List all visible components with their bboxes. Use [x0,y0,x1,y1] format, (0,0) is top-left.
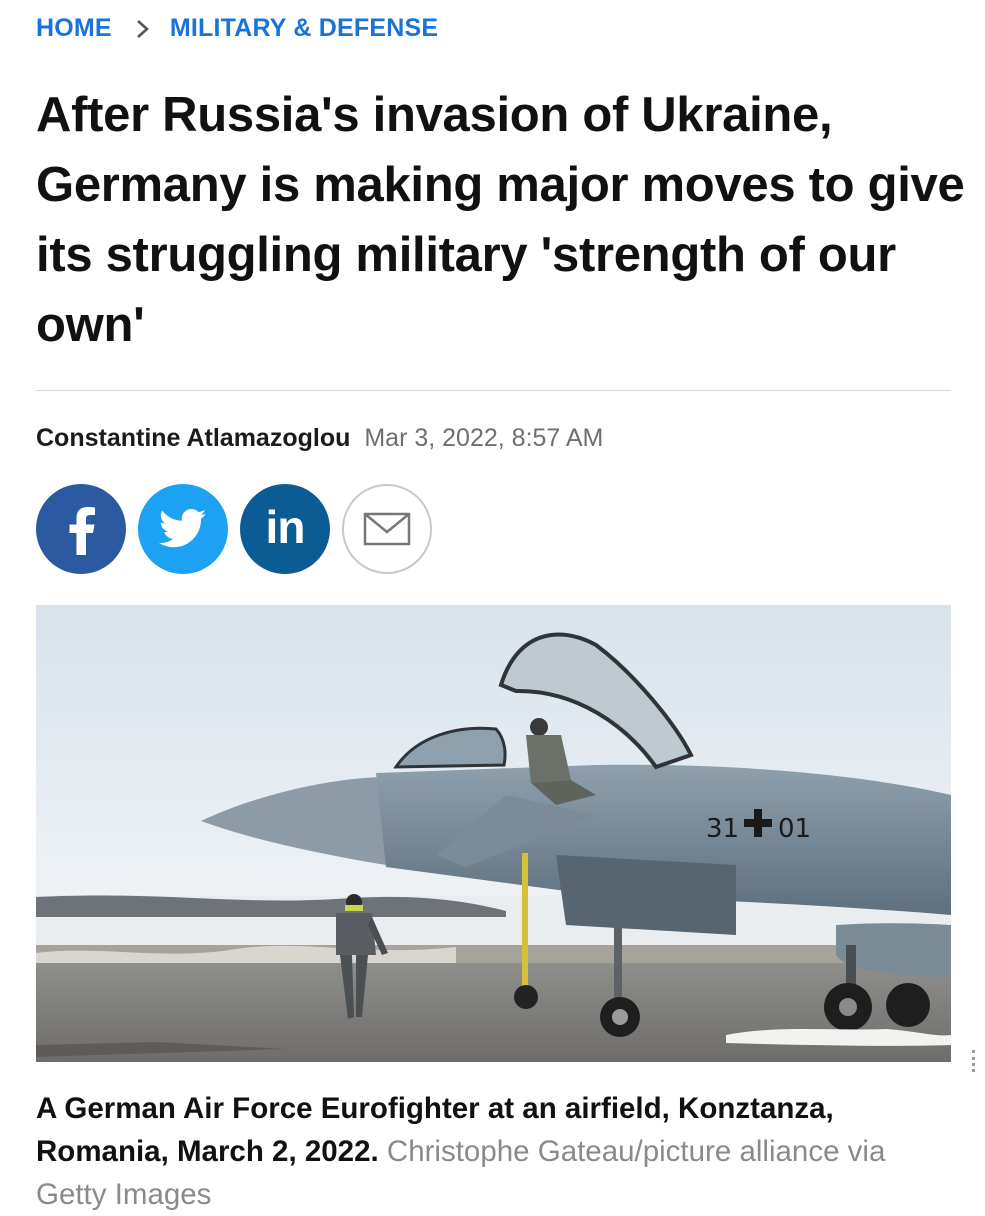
facebook-icon [69,507,95,555]
publish-date: Mar 3, 2022, 8:57 AM [364,424,604,452]
chevron-right-icon [136,18,150,40]
scrollbar-indicator[interactable] [972,1050,981,1072]
share-bar: in [36,484,444,574]
email-icon [363,512,411,546]
share-facebook-button[interactable] [36,484,126,574]
share-email-button[interactable] [342,484,432,574]
eurofighter-image: 31 01 [36,605,951,1062]
linkedin-icon: in [265,501,306,553]
breadcrumb-section-link[interactable]: MILITARY & DEFENSE [170,14,438,43]
tail-marking-left: 31 [706,814,739,844]
photo-caption: A German Air Force Eurofighter at an air… [36,1088,956,1216]
breadcrumb-home-link[interactable]: HOME [36,14,112,43]
divider [36,390,951,391]
share-linkedin-button[interactable]: in [240,484,330,574]
breadcrumb: HOME MILITARY & DEFENSE [36,14,438,43]
tail-marking-right: 01 [778,814,811,844]
author-name[interactable]: Constantine Atlamazoglou [36,424,350,453]
share-twitter-button[interactable] [138,484,228,574]
twitter-icon [159,509,207,548]
byline: Constantine Atlamazoglou Mar 3, 2022, 8:… [36,424,603,453]
article-headline: After Russia's invasion of Ukraine, Germ… [36,88,965,353]
article-photo: 31 01 [36,605,951,1062]
